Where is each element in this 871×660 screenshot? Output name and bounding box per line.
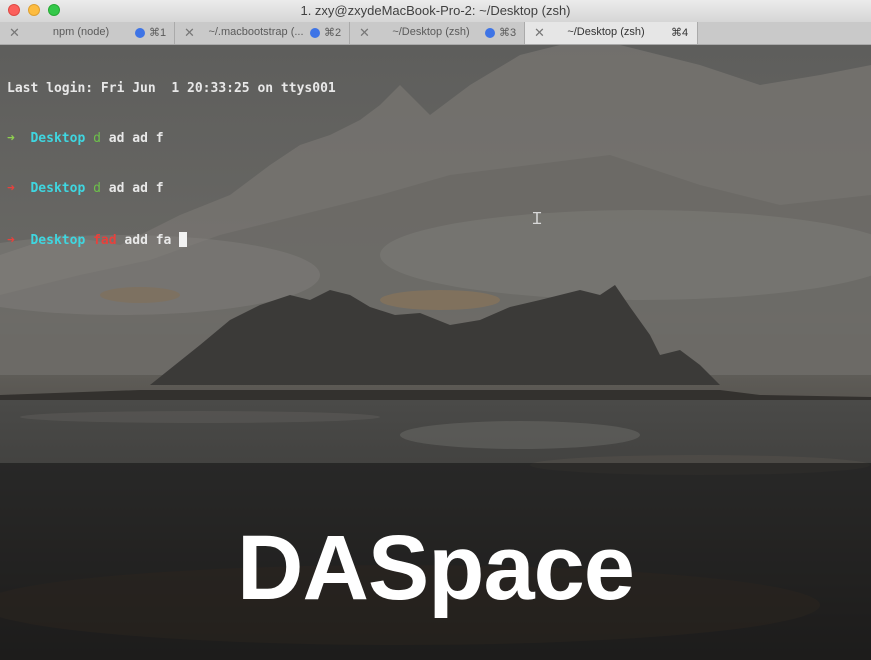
tab-close-icon[interactable]: ✕	[9, 25, 20, 41]
tab-4[interactable]: ✕ ~/Desktop (zsh) ⌘4	[525, 22, 698, 44]
command-name: fad	[93, 232, 117, 248]
prompt-line: ➜ Desktop d ad ad f	[7, 181, 336, 198]
command-args: ad ad f	[108, 181, 164, 197]
prompt-arrow-icon: ➜	[7, 130, 15, 146]
prompt-arrow-icon: ➜	[7, 181, 15, 197]
tab-shortcut: ⌘1	[149, 27, 167, 39]
window-title: 1. zxy@zxydeMacBook-Pro-2: ~/Desktop (zs…	[300, 3, 571, 18]
tab-2[interactable]: ✕ ~/.macbootstrap (... ⌘2	[175, 22, 350, 44]
prompt-line: ➜ Desktop d ad ad f	[7, 131, 336, 148]
tab-close-icon[interactable]: ✕	[184, 25, 195, 41]
brand-caption: DASpace	[237, 517, 635, 619]
tab-bar-empty-area[interactable]	[698, 22, 871, 44]
login-line: Last login: Fri Jun 1 20:33:25 on ttys00…	[7, 80, 336, 96]
text-cursor	[179, 231, 188, 247]
activity-dot-icon	[310, 28, 320, 38]
tab-close-icon[interactable]: ✕	[359, 25, 370, 41]
terminal-output: Last login: Fri Jun 1 20:33:25 on ttys00…	[7, 47, 336, 282]
tab-bar: ✕ npm (node) ⌘1 ✕ ~/.macbootstrap (... ⌘…	[0, 22, 871, 45]
command-name: d	[93, 130, 101, 146]
tab-shortcut: ⌘3	[499, 27, 517, 39]
tab-close-icon[interactable]: ✕	[534, 25, 545, 41]
tab-label: ~/Desktop (zsh)	[392, 26, 470, 38]
prompt-line: ➜ Desktop fad add fa	[7, 231, 336, 249]
title-bar[interactable]: 1. zxy@zxydeMacBook-Pro-2: ~/Desktop (zs…	[0, 0, 871, 23]
tab-label: ~/.macbootstrap (...	[208, 26, 304, 38]
command-args: ad ad f	[108, 130, 164, 146]
activity-dot-icon	[135, 28, 145, 38]
tab-shortcut: ⌘4	[671, 27, 689, 39]
prompt-arrow-icon: ➜	[7, 232, 15, 248]
command-name: d	[93, 181, 101, 197]
prompt-directory: Desktop	[30, 232, 86, 248]
activity-dot-icon	[485, 28, 495, 38]
terminal-pane[interactable]: Last login: Fri Jun 1 20:33:25 on ttys00…	[0, 45, 871, 660]
tab-3[interactable]: ✕ ~/Desktop (zsh) ⌘3	[350, 22, 525, 44]
tab-1[interactable]: ✕ npm (node) ⌘1	[0, 22, 175, 44]
ibeam-cursor-icon: Ｉ	[529, 209, 546, 228]
terminal-window: 1. zxy@zxydeMacBook-Pro-2: ~/Desktop (zs…	[0, 0, 871, 660]
tab-label: ~/Desktop (zsh)	[567, 26, 645, 38]
tab-label: npm (node)	[52, 26, 110, 38]
prompt-directory: Desktop	[30, 181, 86, 197]
command-input[interactable]: add fa	[124, 233, 171, 248]
prompt-directory: Desktop	[30, 130, 86, 146]
tab-shortcut: ⌘2	[324, 27, 342, 39]
